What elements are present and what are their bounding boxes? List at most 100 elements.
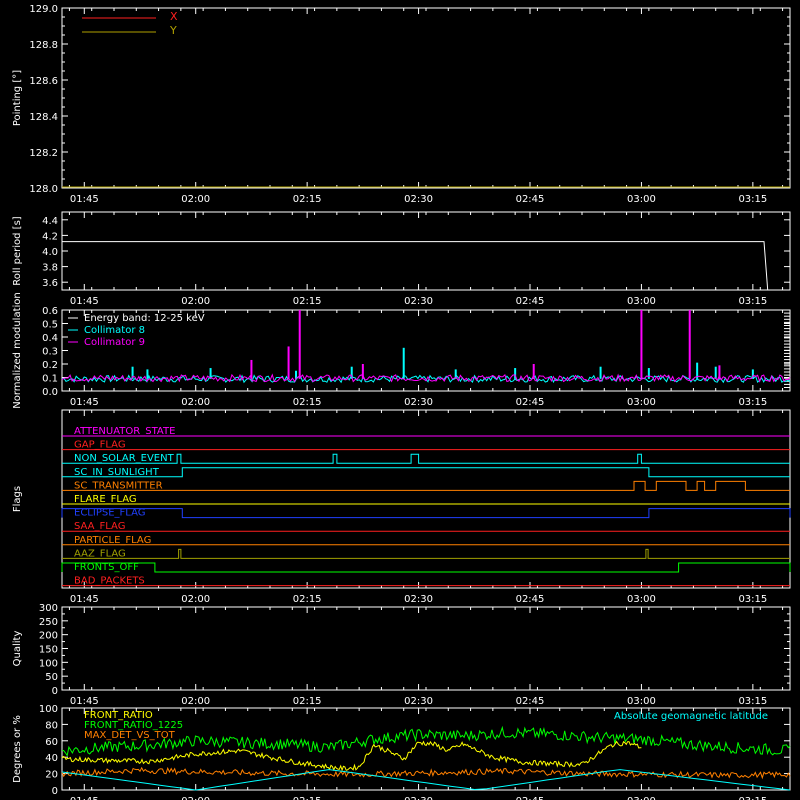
time-tick-label: 02:30 [404, 397, 433, 408]
flag-label: ATTENUATOR_STATE [74, 426, 175, 437]
legend-entry: X [170, 10, 178, 23]
time-tick-label: 02:45 [516, 397, 545, 408]
y-tick-label: 0.3 [42, 347, 58, 358]
legend-entry: Collimator 9 [84, 337, 145, 348]
y-tick-label: 150 [39, 645, 58, 656]
y-tick-label: 100 [39, 658, 58, 669]
flag-label: BAD_PACKETS [74, 576, 145, 587]
y-axis-label: Pointing [°] [12, 70, 23, 126]
y-tick-label: 128.2 [29, 148, 58, 159]
time-tick-label: 03:00 [627, 397, 656, 408]
legend-entry: Y [169, 24, 177, 37]
time-tick-label: 02:45 [516, 296, 545, 307]
time-tick-label: 02:00 [181, 696, 210, 707]
time-tick-label: 02:00 [181, 397, 210, 408]
time-tick-label: 02:15 [293, 796, 322, 800]
y-tick-label: 4.0 [42, 247, 58, 258]
y-tick-label: 80 [45, 720, 58, 731]
y-tick-label: 0 [52, 786, 58, 797]
time-tick-label: 02:30 [404, 796, 433, 800]
time-tick-label: 02:15 [293, 194, 322, 205]
y-tick-label: 128.4 [29, 112, 58, 123]
y-tick-label: 0.0 [42, 387, 58, 398]
legend-title: Energy band: 12-25 keV [84, 313, 205, 324]
y-tick-label: 128.8 [29, 40, 58, 51]
flag-label: PARTICLE_FLAG [74, 535, 151, 546]
time-tick-label: 01:45 [70, 296, 99, 307]
y-tick-label: 300 [39, 603, 58, 614]
flag-label: FRONTS_OFF [74, 562, 139, 573]
time-tick-label: 03:15 [738, 696, 767, 707]
flag-label: SC_TRANSMITTER [74, 480, 163, 491]
legend-entry: Collimator 8 [84, 325, 145, 336]
annotation-geomag-latitude: Absolute geomagnetic latitude [614, 711, 768, 722]
time-tick-label: 02:15 [293, 696, 322, 707]
y-axis-label: Roll period [s] [12, 216, 23, 285]
time-tick-label: 02:45 [516, 194, 545, 205]
time-tick-label: 02:45 [516, 594, 545, 605]
time-tick-label: 03:00 [627, 296, 656, 307]
y-tick-label: 0.4 [42, 333, 58, 344]
time-tick-label: 02:15 [293, 296, 322, 307]
y-axis-label: Flags [12, 486, 23, 512]
quicklook-figure: 01:45 02:00 02:15 02:30 02:45 03:00 03:15 Point… [0, 0, 800, 800]
flag-label: FLARE_FLAG [74, 494, 137, 505]
time-tick-label: 03:15 [738, 194, 767, 205]
legend-entry: MAX_DET_VS_TOT [84, 730, 176, 741]
time-tick-label: 02:45 [516, 696, 545, 707]
time-tick-label: 01:45 [70, 594, 99, 605]
y-tick-label: 250 [39, 617, 58, 628]
y-tick-label: 60 [45, 737, 58, 748]
y-tick-label: 20 [45, 770, 58, 781]
time-tick-label: 03:15 [738, 594, 767, 605]
y-axis-label: Normalized modulation [12, 292, 23, 409]
time-tick-label: 02:15 [293, 594, 322, 605]
time-tick-label: 02:30 [404, 194, 433, 205]
flag-label: GAP_FLAG [74, 440, 126, 451]
time-tick-label: 03:00 [627, 696, 656, 707]
y-tick-label: 0.5 [42, 320, 58, 331]
flag-label: SAA_FLAG [74, 521, 125, 532]
y-tick-label: 0.6 [42, 306, 58, 317]
time-tick-label: 03:15 [738, 296, 767, 307]
y-tick-label: 3.8 [42, 263, 58, 274]
time-tick-label: 03:15 [738, 397, 767, 408]
time-tick-label: 02:30 [404, 594, 433, 605]
time-tick-label: 02:45 [516, 796, 545, 800]
time-tick-label: 03:00 [627, 796, 656, 800]
time-tick-label: 02:30 [404, 296, 433, 307]
time-tick-label: 02:30 [404, 696, 433, 707]
y-tick-label: 0.1 [42, 374, 58, 385]
time-tick-label: 01:45 [70, 194, 99, 205]
y-tick-label: 4.2 [42, 231, 58, 242]
time-tick-label: 03:00 [627, 194, 656, 205]
time-tick-label: 01:45 [70, 696, 99, 707]
y-tick-label: 128.6 [29, 76, 58, 87]
flag-label: NON_SOLAR_EVENT [74, 453, 175, 464]
flag-label: ECLIPSE_FLAG [74, 508, 145, 519]
flag-label: SC_IN_SUNLIGHT [74, 467, 160, 478]
y-tick-label: 4.4 [42, 216, 58, 227]
y-axis-label: Quality [12, 631, 23, 667]
y-tick-label: 0.2 [42, 360, 58, 371]
flag-label: AAZ_FLAG [74, 548, 126, 559]
time-tick-label: 02:00 [181, 594, 210, 605]
time-tick-label: 03:15 [738, 796, 767, 800]
y-tick-label: 50 [45, 672, 58, 683]
figure-background [0, 0, 800, 800]
y-axis-label: Degrees or % [12, 715, 23, 783]
y-tick-label: 3.6 [42, 278, 58, 289]
time-tick-label: 01:45 [70, 397, 99, 408]
time-tick-label: 02:00 [181, 296, 210, 307]
time-tick-label: 03:00 [627, 594, 656, 605]
time-tick-label: 02:00 [181, 194, 210, 205]
time-tick-label: 02:00 [181, 796, 210, 800]
y-tick-label: 200 [39, 631, 58, 642]
time-tick-label: 01:45 [70, 796, 99, 800]
time-tick-label: 02:15 [293, 397, 322, 408]
y-tick-label: 0 [52, 686, 58, 697]
y-tick-label: 40 [45, 753, 58, 764]
y-tick-label: 129.0 [29, 4, 58, 15]
y-tick-label: 128.0 [29, 184, 58, 195]
y-tick-label: 100 [39, 704, 58, 715]
